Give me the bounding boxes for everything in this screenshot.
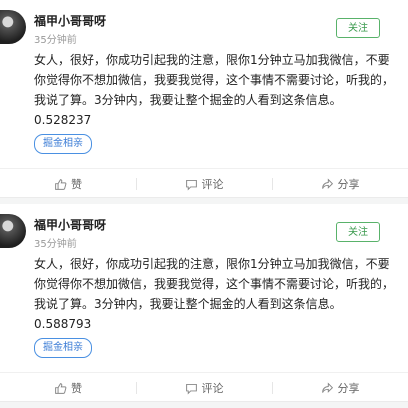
post-time: 35分钟前 xyxy=(34,239,77,250)
like-button[interactable]: 赞 xyxy=(0,373,136,403)
share-label: 分享 xyxy=(337,382,360,395)
like-label: 赞 xyxy=(71,178,82,191)
post-text: 女人，很好，你成功引起我的注意，限你1分钟立马加我微信，不要你觉得你不想加微信，… xyxy=(34,53,395,107)
action-bar: 赞 评论 分享 xyxy=(0,168,408,199)
comment-label: 评论 xyxy=(201,382,224,395)
post-card: 福甲小哥哥呀 35分钟前 关注 女人，很好，你成功引起我的注意，限你1分钟立马加… xyxy=(0,204,408,402)
comment-icon xyxy=(185,383,197,395)
share-button[interactable]: 分享 xyxy=(272,373,408,403)
avatar[interactable] xyxy=(0,214,26,248)
topic-tag[interactable]: 掘金相亲 xyxy=(34,134,92,154)
thumbs-up-icon xyxy=(55,382,67,394)
post-text: 女人，很好，你成功引起我的注意，限你1分钟立马加我微信，不要你觉得你不想加微信，… xyxy=(34,257,395,311)
post-number: 0.588793 xyxy=(34,317,92,331)
follow-button[interactable]: 关注 xyxy=(336,222,380,242)
avatar[interactable] xyxy=(0,10,26,44)
feed: 福甲小哥哥呀 35分钟前 关注 女人，很好，你成功引起我的注意，限你1分钟立马加… xyxy=(0,0,408,402)
share-icon xyxy=(321,381,333,393)
share-button[interactable]: 分享 xyxy=(272,169,408,199)
post-number: 0.528237 xyxy=(34,113,92,127)
comment-icon xyxy=(185,179,197,191)
comment-button[interactable]: 评论 xyxy=(136,373,272,403)
username[interactable]: 福甲小哥哥呀 xyxy=(34,12,106,29)
post-content: 女人，很好，你成功引起我的注意，限你1分钟立马加我微信，不要你觉得你不想加微信，… xyxy=(34,254,398,334)
post-time: 35分钟前 xyxy=(34,35,77,46)
follow-button[interactable]: 关注 xyxy=(336,18,380,38)
comment-button[interactable]: 评论 xyxy=(136,169,272,199)
topic-tag[interactable]: 掘金相亲 xyxy=(34,338,92,358)
comment-label: 评论 xyxy=(201,178,224,191)
share-icon xyxy=(321,177,333,189)
post-content: 女人，很好，你成功引起我的注意，限你1分钟立马加我微信，不要你觉得你不想加微信，… xyxy=(34,50,398,130)
username[interactable]: 福甲小哥哥呀 xyxy=(34,216,106,233)
like-label: 赞 xyxy=(71,382,82,395)
thumbs-up-icon xyxy=(55,178,67,190)
like-button[interactable]: 赞 xyxy=(0,169,136,199)
share-label: 分享 xyxy=(337,178,360,191)
action-bar: 赞 评论 分享 xyxy=(0,372,408,403)
post-card: 福甲小哥哥呀 35分钟前 关注 女人，很好，你成功引起我的注意，限你1分钟立马加… xyxy=(0,0,408,198)
